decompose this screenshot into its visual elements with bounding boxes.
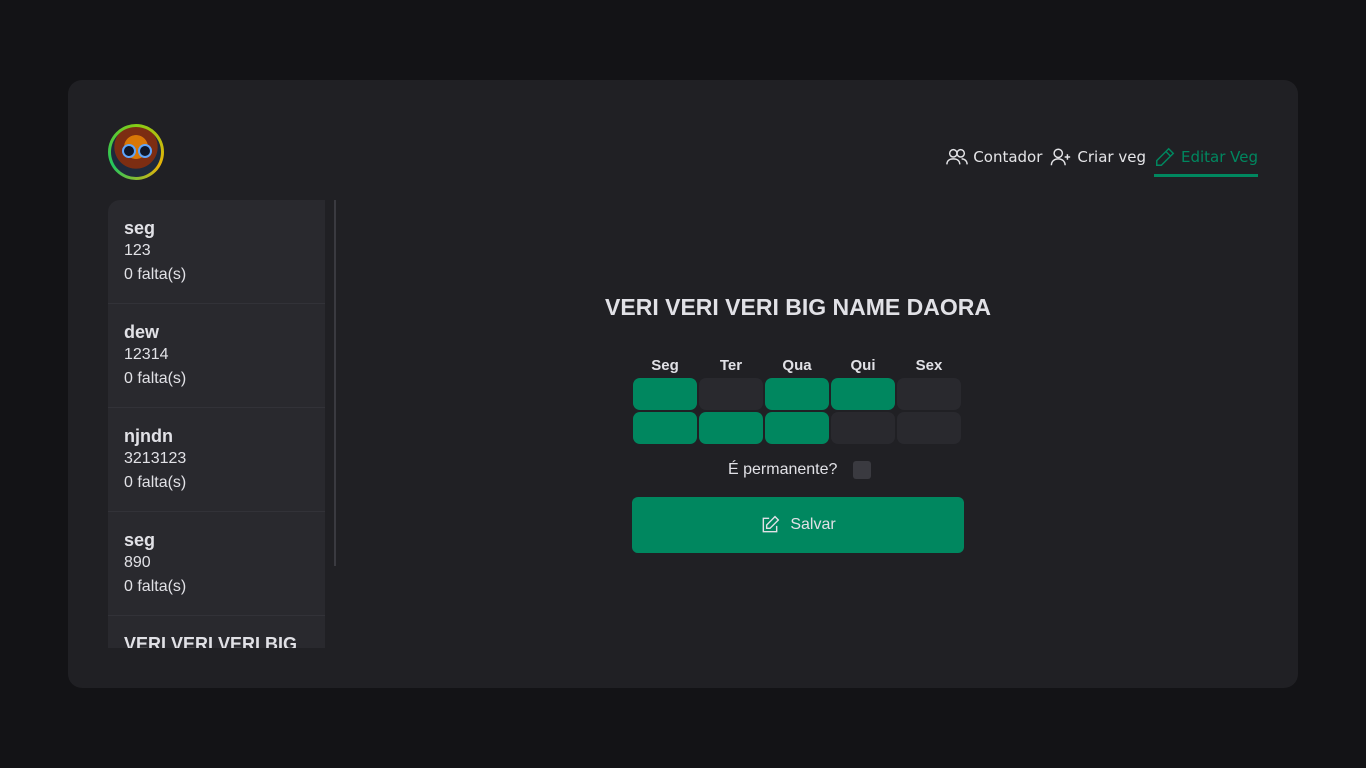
item-name: VERI VERI VERI BIG xyxy=(124,634,298,648)
schedule-cell-sex-1[interactable] xyxy=(897,378,961,410)
item-name: seg xyxy=(124,218,156,238)
item-name: njndn xyxy=(124,426,173,446)
top-nav: Contador Criar veg Editar Veg xyxy=(946,140,1258,177)
permanent-label: É permanente? xyxy=(728,461,838,478)
day-header-sex: Sex xyxy=(915,357,943,374)
item-code: 890 xyxy=(124,554,151,571)
scrollbar-track[interactable] xyxy=(325,200,338,648)
item-name: dew xyxy=(124,322,160,342)
item-code: 3213123 xyxy=(124,450,187,467)
nav-editar-veg-label: Editar Veg xyxy=(1180,148,1258,166)
save-label: Salvar xyxy=(790,516,836,533)
save-button[interactable]: Salvar xyxy=(632,497,964,553)
nav-criar-veg[interactable]: Criar veg xyxy=(1050,143,1146,177)
list-item[interactable]: seg 123 0 falta(s) xyxy=(108,200,338,304)
schedule-cell-qui-2[interactable] xyxy=(831,412,895,444)
avatar[interactable] xyxy=(108,124,164,180)
scrollbar-thumb[interactable] xyxy=(334,200,336,566)
item-faltas: 0 falta(s) xyxy=(124,474,187,491)
nav-contador[interactable]: Contador xyxy=(946,143,1042,177)
list-item[interactable]: seg 890 0 falta(s) xyxy=(108,512,338,616)
edit-icon xyxy=(762,515,780,533)
schedule-cell-sex-2[interactable] xyxy=(897,412,961,444)
permanent-checkbox[interactable] xyxy=(853,461,872,479)
day-header-qui: Qui xyxy=(850,357,876,374)
list-item[interactable]: njndn 3213123 0 falta(s) xyxy=(108,408,338,512)
item-code: 123 xyxy=(124,242,151,259)
schedule-cell-qui-1[interactable] xyxy=(831,378,895,410)
item-code: 12314 xyxy=(124,346,169,363)
item-name: seg xyxy=(124,530,156,550)
main-card: Contador Criar veg Editar Veg seg 123 0 … xyxy=(68,80,1298,688)
item-faltas: 0 falta(s) xyxy=(124,370,187,387)
user-plus-icon xyxy=(1051,148,1071,166)
nav-criar-veg-label: Criar veg xyxy=(1077,148,1146,166)
schedule-cell-qua-1[interactable] xyxy=(765,378,829,410)
list-item[interactable]: VERI VERI VERI BIG xyxy=(108,616,338,648)
day-header-qua: Qua xyxy=(782,357,812,374)
avatar-image xyxy=(111,127,161,177)
schedule-cell-ter-1[interactable] xyxy=(699,378,763,410)
schedule-cell-qua-2[interactable] xyxy=(765,412,829,444)
item-faltas: 0 falta(s) xyxy=(124,578,187,595)
item-faltas: 0 falta(s) xyxy=(124,266,187,283)
day-header-ter: Ter xyxy=(719,357,743,374)
nav-editar-veg[interactable]: Editar Veg xyxy=(1153,143,1258,177)
schedule-cell-ter-2[interactable] xyxy=(699,412,763,444)
veg-list[interactable]: seg 123 0 falta(s) dew 12314 0 falta(s) … xyxy=(108,200,338,648)
day-header-seg: Seg xyxy=(651,357,679,374)
schedule-cell-seg-2[interactable] xyxy=(633,412,697,444)
schedule-grid: Seg Ter Qua Qui Sex xyxy=(633,356,961,444)
schedule-cell-seg-1[interactable] xyxy=(633,378,697,410)
veg-title: VERI VERI VERI BIG NAME DAORA xyxy=(605,294,991,320)
nav-contador-label: Contador xyxy=(973,148,1043,166)
permanent-row: É permanente? xyxy=(728,461,872,479)
users-icon xyxy=(946,148,969,165)
pencil-icon xyxy=(1155,147,1175,166)
